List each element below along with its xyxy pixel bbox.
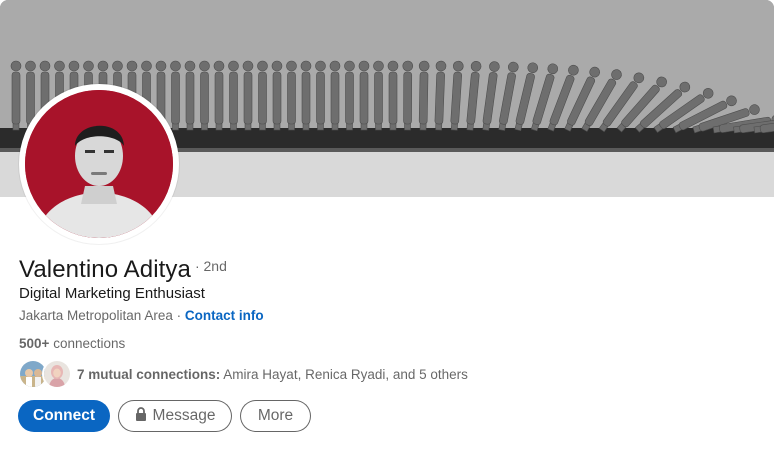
connections-count[interactable]: 500+ connections [19, 336, 125, 351]
location-row: Jakarta Metropolitan Area · Contact info [19, 308, 264, 323]
message-button-label: Message [152, 407, 216, 424]
connections-label: connections [53, 336, 126, 351]
mutual-count: 7 mutual connections: [77, 366, 221, 382]
profile-location: Jakarta Metropolitan Area [19, 308, 173, 323]
connection-degree: · 2nd [194, 258, 227, 274]
lock-icon [135, 406, 147, 426]
connections-number: 500+ [19, 336, 50, 351]
lock-icon-graphic [135, 406, 146, 421]
avatar [25, 90, 173, 238]
more-button[interactable]: More [240, 400, 311, 432]
profile-actions: Connect Message More [18, 400, 311, 432]
mutual-avatar-image [44, 361, 70, 387]
mutual-avatar [42, 359, 72, 389]
message-button[interactable]: Message [118, 400, 232, 432]
contact-info-link[interactable]: Contact info [185, 308, 264, 323]
connect-button[interactable]: Connect [18, 400, 110, 432]
profile-photo[interactable] [19, 84, 179, 244]
mutual-names: Amira Hayat, Renica Ryadi, and 5 others [223, 366, 468, 382]
mutual-connections[interactable]: 7 mutual connections: Amira Hayat, Renic… [18, 359, 468, 389]
profile-card: Valentino Aditya · 2nd Digital Marketing… [0, 0, 774, 453]
profile-headline: Digital Marketing Enthusiast [19, 285, 205, 302]
name-row: Valentino Aditya · 2nd [19, 256, 227, 284]
location-separator: · [172, 308, 185, 323]
profile-name: Valentino Aditya [19, 256, 191, 283]
avatar-portrait [25, 90, 173, 238]
mutual-connections-text: 7 mutual connections: Amira Hayat, Renic… [77, 367, 468, 382]
